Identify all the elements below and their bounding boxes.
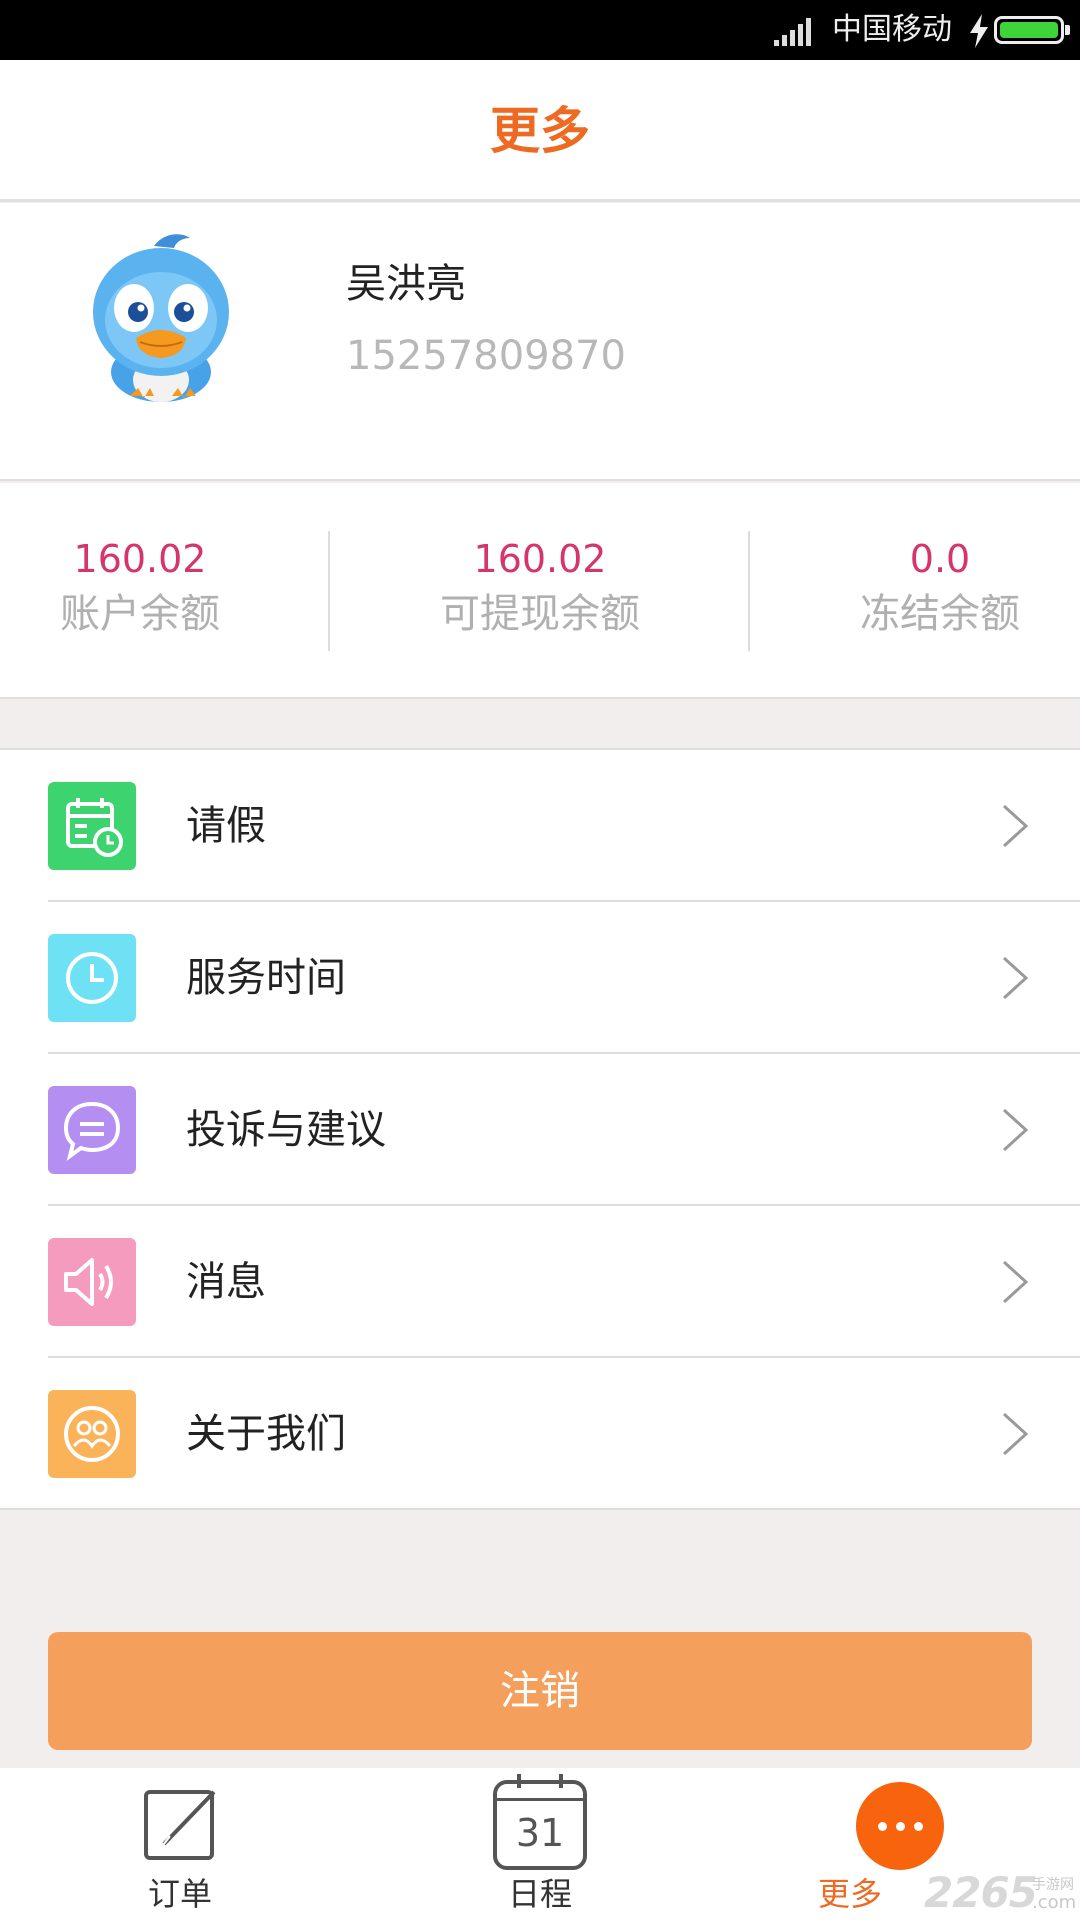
menu-item-label: 投诉与建议 bbox=[186, 1107, 386, 1153]
user-name: 吴洪亮 bbox=[346, 261, 466, 307]
chevron-right-icon bbox=[1002, 956, 1029, 1000]
chevron-right-icon bbox=[1002, 1108, 1029, 1152]
menu-item-about-us[interactable]: 关于我们 bbox=[0, 1358, 1080, 1510]
tab-label: 更多 bbox=[817, 1875, 882, 1913]
signal-icon bbox=[774, 16, 814, 46]
tab-orders[interactable]: 订单 bbox=[80, 1768, 280, 1920]
tab-label: 日程 bbox=[507, 1875, 572, 1913]
balance-value: 160.02 bbox=[73, 537, 207, 581]
menu-item-label: 关于我们 bbox=[186, 1411, 346, 1457]
withdrawable-balance: 160.02 可提现余额 bbox=[330, 483, 750, 699]
page-title: 更多 bbox=[490, 102, 590, 160]
watermark-number: 2265 bbox=[924, 1868, 1038, 1917]
status-bar: 中国移动 bbox=[0, 0, 1080, 60]
balance-value: 0.0 bbox=[909, 537, 971, 581]
chat-bubble-icon bbox=[48, 1086, 136, 1174]
menu-item-leave[interactable]: 请假 bbox=[0, 750, 1080, 902]
chevron-right-icon bbox=[1002, 804, 1029, 848]
balance-panel: 160.02 账户余额 160.02 可提现余额 0.0 冻结余额 bbox=[0, 483, 1080, 699]
account-balance: 160.02 账户余额 bbox=[0, 483, 280, 699]
menu-item-label: 消息 bbox=[186, 1259, 266, 1305]
carrier-name: 中国移动 bbox=[832, 12, 952, 47]
calendar-clock-icon bbox=[48, 782, 136, 870]
frozen-balance: 0.0 冻结余额 bbox=[750, 483, 1080, 699]
edit-icon bbox=[144, 1790, 216, 1860]
menu-item-service-time[interactable]: 服务时间 bbox=[0, 902, 1080, 1054]
menu-item-label: 服务时间 bbox=[186, 955, 346, 1001]
bird-avatar bbox=[93, 234, 229, 402]
balance-label: 冻结余额 bbox=[860, 591, 1020, 637]
settings-menu: 请假 服务时间 投诉与建议 消息 关于我们 bbox=[0, 748, 1080, 1510]
menu-item-feedback[interactable]: 投诉与建议 bbox=[0, 1054, 1080, 1206]
watermark-domain: .com bbox=[1032, 1892, 1077, 1913]
balance-label: 账户余额 bbox=[60, 591, 220, 637]
menu-item-messages[interactable]: 消息 bbox=[0, 1206, 1080, 1358]
charging-icon bbox=[970, 14, 988, 48]
site-watermark: 2265 手游网 .com bbox=[924, 1868, 1077, 1917]
calendar-icon: 31 bbox=[493, 1774, 587, 1870]
screen: { "status_bar": { "carrier": "中国移动" }, "… bbox=[0, 0, 1080, 1920]
clock-icon bbox=[48, 934, 136, 1022]
tab-label: 订单 bbox=[147, 1875, 212, 1913]
calendar-day: 31 bbox=[515, 1811, 565, 1855]
tab-schedule[interactable]: 31 日程 bbox=[440, 1768, 640, 1920]
chevron-right-icon bbox=[1002, 1260, 1029, 1304]
balance-label: 可提现余额 bbox=[440, 591, 640, 637]
watermark-suffix: 手游网 bbox=[1032, 1877, 1074, 1893]
speaker-icon bbox=[48, 1238, 136, 1326]
bottom-tab-bar: 订单 31 日程 更多 bbox=[0, 1768, 1080, 1920]
more-dots-icon bbox=[856, 1782, 944, 1870]
logout-button[interactable]: 注销 bbox=[48, 1632, 1032, 1750]
user-phone: 15257809870 bbox=[346, 333, 626, 379]
people-icon bbox=[48, 1390, 136, 1478]
profile-card[interactable]: 吴洪亮 15257809870 bbox=[0, 203, 1080, 481]
app-header: 更多 bbox=[0, 60, 1080, 202]
chevron-right-icon bbox=[1002, 1412, 1029, 1456]
battery-icon bbox=[994, 16, 1070, 44]
balance-value: 160.02 bbox=[473, 537, 607, 581]
menu-item-label: 请假 bbox=[186, 803, 266, 849]
